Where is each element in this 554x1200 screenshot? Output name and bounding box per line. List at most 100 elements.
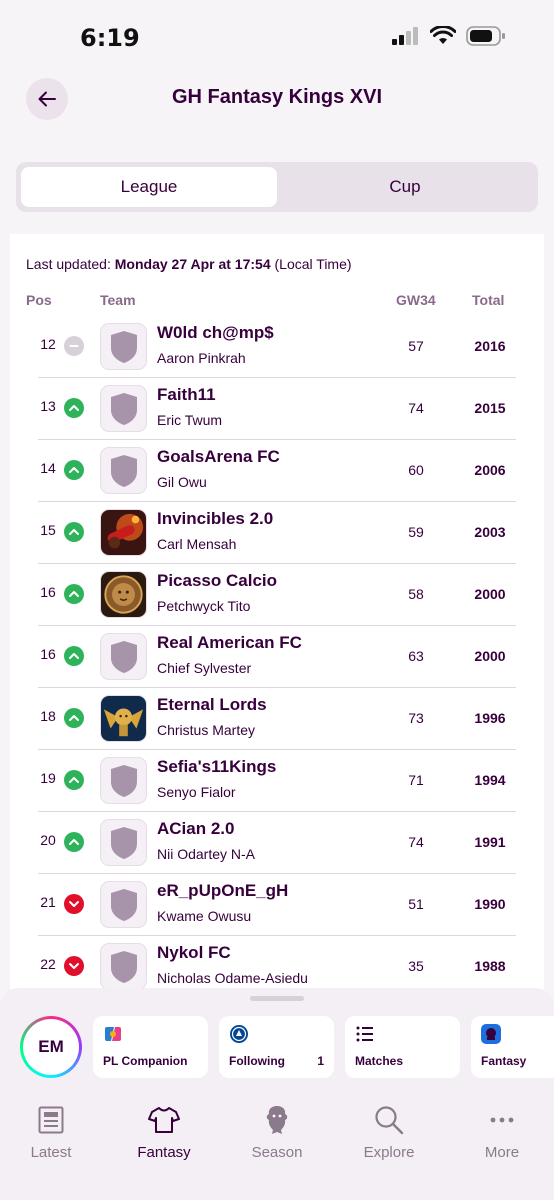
premier-league-icon bbox=[481, 1024, 501, 1044]
arrow-up-icon bbox=[64, 770, 84, 790]
team-badge bbox=[100, 447, 147, 494]
table-row[interactable]: 19 Sefia's11Kings Senyo Fialor 71 1994 bbox=[10, 750, 544, 812]
last-updated-suffix: (Local Time) bbox=[274, 256, 352, 272]
shield-icon bbox=[110, 826, 137, 859]
gameweek-points: 73 bbox=[408, 710, 424, 726]
gameweek-points: 60 bbox=[408, 462, 424, 478]
table-row[interactable]: 14 GoalsArena FC Gil Owu 60 2006 bbox=[10, 440, 544, 502]
table-header: Pos Team GW34 Total bbox=[10, 292, 544, 312]
position: 18 bbox=[40, 708, 56, 724]
movement-indicator bbox=[64, 770, 84, 790]
team-name: GoalsArena FC bbox=[157, 447, 280, 466]
red-cannon-badge-icon bbox=[101, 510, 146, 555]
total-points: 1991 bbox=[474, 834, 506, 850]
tab-cup[interactable]: Cup bbox=[277, 167, 533, 207]
movement-indicator bbox=[64, 832, 84, 852]
following-count: 1 bbox=[317, 1054, 324, 1068]
team-name: eR_pUpOnE_gH bbox=[157, 881, 289, 900]
nav-latest-label: Latest bbox=[30, 1144, 72, 1161]
avatar-initials: EM bbox=[23, 1019, 79, 1075]
nav-explore[interactable]: Explore bbox=[344, 1104, 434, 1161]
total-points: 2000 bbox=[474, 648, 506, 664]
no-change-icon bbox=[64, 336, 84, 356]
manager-name: Gil Owu bbox=[157, 474, 207, 490]
movement-indicator bbox=[64, 956, 84, 976]
arrow-up-icon bbox=[64, 646, 84, 666]
header-team: Team bbox=[100, 292, 136, 308]
nav-fantasy[interactable]: Fantasy bbox=[119, 1104, 209, 1161]
nav-explore-label: Explore bbox=[363, 1144, 415, 1161]
matches-button[interactable]: Matches bbox=[345, 1016, 460, 1078]
table-row[interactable]: 16 Picasso Calcio Petchwyck Tito 58 2000 bbox=[10, 564, 544, 626]
shirt-icon bbox=[148, 1107, 180, 1133]
arrow-down-icon bbox=[64, 956, 84, 976]
header-total: Total bbox=[472, 292, 505, 308]
movement-indicator bbox=[64, 460, 84, 480]
signal-icon bbox=[392, 27, 418, 45]
status-bar: 6:19 bbox=[0, 0, 554, 70]
nav-more[interactable]: More bbox=[457, 1104, 547, 1161]
fantasy-button[interactable]: Fantasy bbox=[471, 1016, 554, 1078]
page-title: GH Fantasy Kings XVI bbox=[171, 86, 383, 108]
manager-name: Christus Martey bbox=[157, 722, 256, 738]
table-row[interactable]: 12 W0ld ch@mp$ Aaron Pinkrah 57 2016 bbox=[10, 316, 544, 378]
pl-companion-button[interactable]: PL Companion bbox=[93, 1016, 208, 1078]
nav-fantasy-label: Fantasy bbox=[137, 1144, 191, 1161]
status-icons bbox=[392, 26, 506, 46]
manager-name: Kwame Owusu bbox=[157, 908, 252, 924]
position: 16 bbox=[40, 646, 56, 662]
winged-lion-badge-icon bbox=[101, 696, 146, 741]
team-badge bbox=[100, 819, 147, 866]
team-badge bbox=[100, 509, 147, 556]
matches-label: Matches bbox=[355, 1054, 404, 1068]
team-badge bbox=[100, 571, 147, 618]
table-row[interactable]: 18 Eternal Lords Christus Martey 73 1996 bbox=[10, 688, 544, 750]
news-icon bbox=[38, 1106, 64, 1134]
team-name: Sefia's11Kings bbox=[157, 757, 277, 776]
manager-name: Senyo Fialor bbox=[157, 784, 236, 800]
table-row[interactable]: 16 Real American FC Chief Sylvester 63 2000 bbox=[10, 626, 544, 688]
position: 19 bbox=[40, 770, 56, 786]
last-updated: Last updated: Monday 27 Apr at 17:54 (Lo… bbox=[26, 256, 352, 272]
arrow-up-icon bbox=[64, 708, 84, 728]
team-badge bbox=[100, 633, 147, 680]
manager-name: Petchwyck Tito bbox=[157, 598, 251, 614]
team-name: Nykol FC bbox=[157, 943, 231, 962]
table-row[interactable]: 21 eR_pUpOnE_gH Kwame Owusu 51 1990 bbox=[10, 874, 544, 936]
arrow-up-icon bbox=[64, 522, 84, 542]
total-points: 1994 bbox=[474, 772, 506, 788]
battery-icon bbox=[466, 26, 505, 46]
wifi-icon bbox=[430, 26, 456, 44]
shield-icon bbox=[110, 640, 137, 673]
table-row[interactable]: 13 Faith11 Eric Twum 74 2015 bbox=[10, 378, 544, 440]
arrow-up-icon bbox=[64, 584, 84, 604]
manager-name: Nicholas Odame-Asiedu bbox=[157, 970, 308, 986]
tab-league[interactable]: League bbox=[21, 167, 277, 207]
team-name: Eternal Lords bbox=[157, 695, 267, 714]
nav-latest[interactable]: Latest bbox=[6, 1104, 96, 1161]
nav-season-label: Season bbox=[251, 1144, 303, 1161]
sheet-handle[interactable] bbox=[250, 996, 304, 1001]
table-row[interactable]: 15 Invincibles 2.0 Carl Mensah 59 2003 bbox=[10, 502, 544, 564]
lion-icon bbox=[266, 1106, 288, 1134]
position: 14 bbox=[40, 460, 56, 476]
movement-indicator bbox=[64, 398, 84, 418]
gameweek-points: 71 bbox=[408, 772, 424, 788]
nav-season[interactable]: Season bbox=[232, 1104, 322, 1161]
position: 15 bbox=[40, 522, 56, 538]
nav-more-label: More bbox=[484, 1144, 520, 1161]
team-badge bbox=[100, 323, 147, 370]
position: 22 bbox=[40, 956, 56, 972]
team-name: ACian 2.0 bbox=[157, 819, 235, 838]
team-name: Real American FC bbox=[157, 633, 302, 652]
total-points: 2015 bbox=[474, 400, 506, 416]
copilot-icon bbox=[105, 1027, 121, 1041]
search-icon bbox=[375, 1106, 404, 1135]
table-row[interactable]: 20 ACian 2.0 Nii Odartey N-A 74 1991 bbox=[10, 812, 544, 874]
gameweek-points: 63 bbox=[408, 648, 424, 664]
avatar[interactable]: EM bbox=[20, 1016, 82, 1078]
total-points: 2016 bbox=[474, 338, 506, 354]
total-points: 2003 bbox=[474, 524, 506, 540]
team-name: Invincibles 2.0 bbox=[157, 509, 274, 528]
following-button[interactable]: Following 1 bbox=[219, 1016, 334, 1078]
